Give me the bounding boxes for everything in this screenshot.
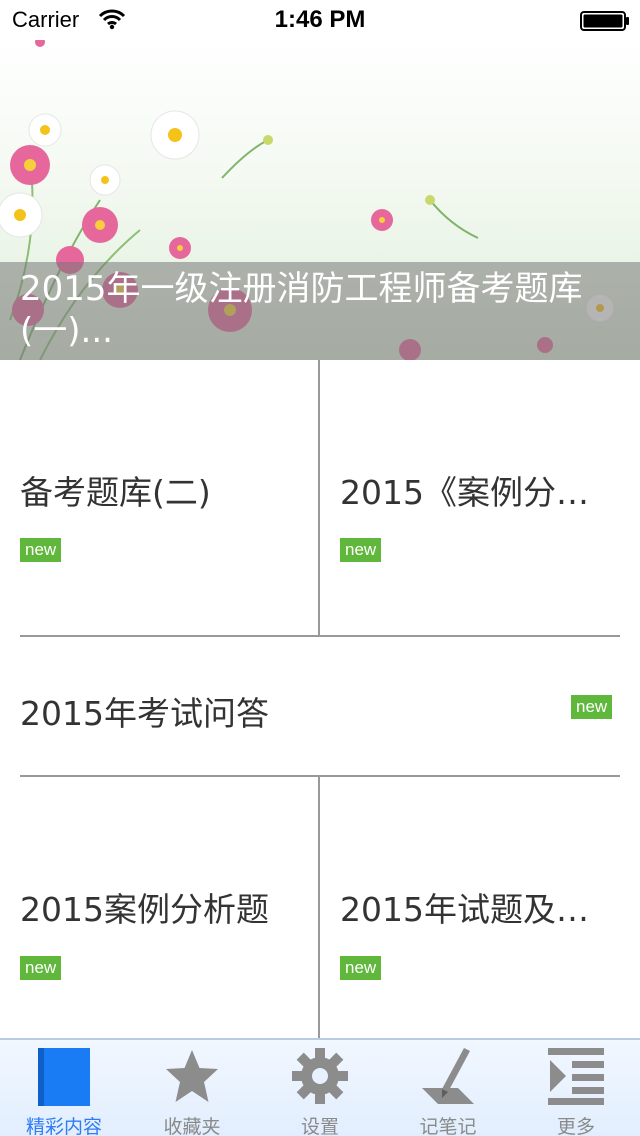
list-item[interactable]: 2015年试题及答案 new	[320, 777, 640, 1037]
tab-label: 记笔记	[419, 1116, 477, 1136]
gear-icon	[292, 1048, 348, 1104]
divider	[318, 360, 320, 636]
featured-banner[interactable]: 2015年一级注册消防工程师备考题库(一)...	[0, 40, 640, 360]
new-badge: new	[20, 956, 62, 980]
tab-more[interactable]: 更多	[512, 1040, 640, 1136]
new-badge: new	[20, 538, 62, 562]
divider	[318, 777, 320, 1038]
page-icon	[38, 1048, 90, 1106]
list-item[interactable]: 2015《案例分析》 new	[320, 360, 640, 636]
list-item[interactable]: 2015案例分析题 new	[0, 777, 318, 1037]
tab-featured[interactable]: 精彩内容	[0, 1040, 128, 1136]
status-bar: Carrier 1:46 PM	[0, 0, 640, 40]
tab-label: 更多	[556, 1116, 595, 1136]
banner-title: 2015年一级注册消防工程师备考题库(一)...	[20, 269, 583, 351]
item-title: 2015《案例分析》	[340, 473, 616, 512]
pen-icon	[422, 1048, 474, 1104]
list-item[interactable]: 2015年考试问答 new	[0, 637, 640, 776]
new-badge: new	[340, 538, 382, 562]
tab-label: 收藏夹	[163, 1116, 221, 1136]
tab-notes[interactable]: 记笔记	[384, 1040, 512, 1136]
item-title: 2015年试题及答案	[340, 890, 616, 929]
status-time: 1:46 PM	[274, 6, 366, 33]
star-icon	[166, 1050, 218, 1102]
new-badge: new	[340, 956, 382, 980]
tab-bar: 精彩内容 收藏夹 设置 记笔记 更多	[0, 1038, 640, 1136]
new-badge: new	[571, 695, 613, 719]
tab-label: 设置	[300, 1116, 339, 1136]
battery-icon	[580, 11, 629, 31]
tab-label: 精彩内容	[25, 1116, 102, 1136]
tab-favorites[interactable]: 收藏夹	[128, 1040, 256, 1136]
item-title: 2015案例分析题	[20, 890, 269, 929]
list-more-icon	[548, 1048, 604, 1105]
list-item[interactable]: 备考题库(二) new	[0, 360, 318, 636]
tab-settings[interactable]: 设置	[256, 1040, 384, 1136]
banner-caption: 2015年一级注册消防工程师备考题库(一)...	[0, 262, 640, 360]
item-title: 备考题库(二)	[20, 473, 211, 512]
item-title: 2015年考试问答	[20, 694, 269, 733]
